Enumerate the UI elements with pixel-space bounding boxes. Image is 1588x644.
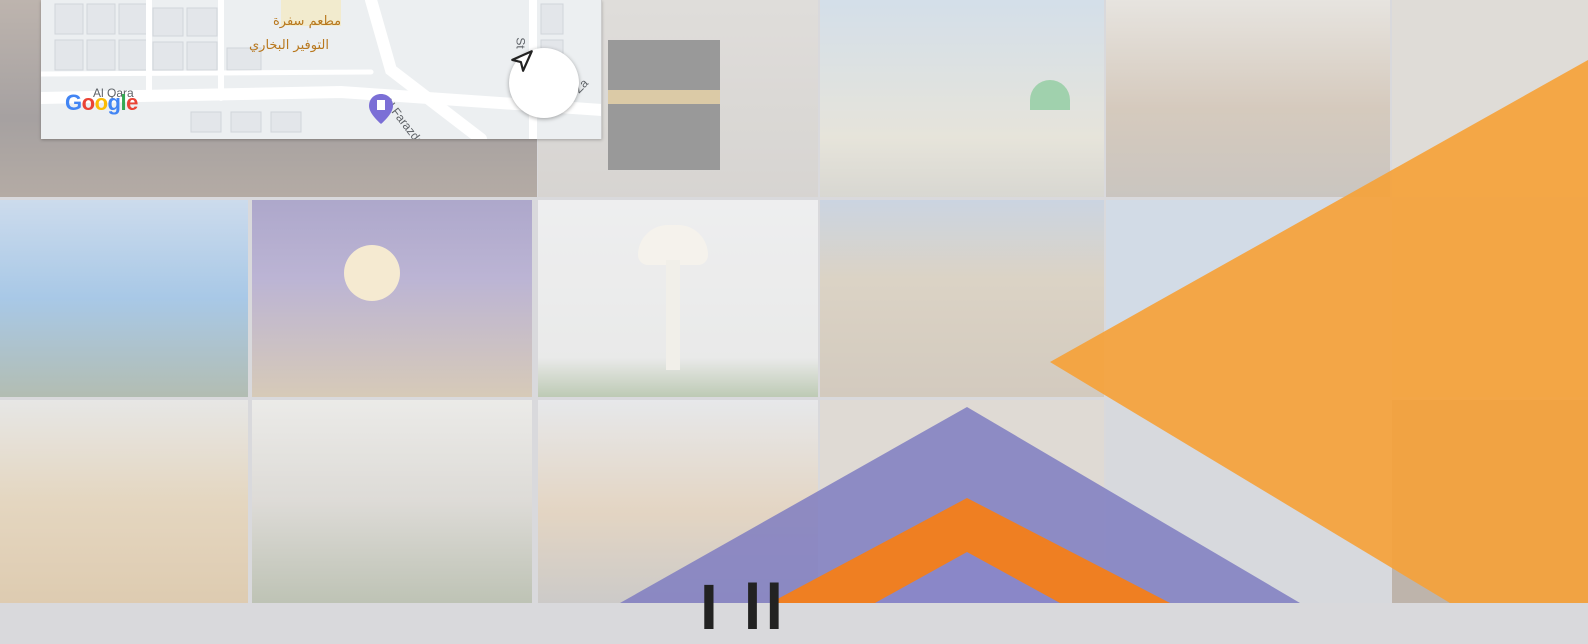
- photo-tile-water-tower: [538, 200, 818, 397]
- street-label-st: St: [513, 37, 528, 49]
- photo-tile-crowd: [1392, 400, 1588, 603]
- photo-tile-old-fort: [0, 400, 248, 603]
- photo-tile-aerial-city: [820, 200, 1104, 397]
- google-logo: Google: [65, 90, 138, 115]
- photo-tile-fort: [1106, 0, 1390, 197]
- poi-label-restaurant: مطعم سفرة: [273, 14, 342, 29]
- navigate-button[interactable]: [509, 48, 579, 118]
- photo-tile-corniche: [0, 200, 248, 397]
- photo-tile-city-2: [1392, 200, 1588, 397]
- photo-tile-arches: [820, 400, 1104, 603]
- photo-tile-towers: [1106, 400, 1390, 603]
- navigation-arrow-icon: [511, 50, 533, 72]
- map-embed[interactable]: مطعم سفرة التوفير البخاري Al Farazdaq St…: [41, 0, 602, 139]
- photo-tile-mosque: [820, 0, 1104, 197]
- photo-tile-boulevard: [252, 400, 532, 603]
- poi-label-store: التوفير البخاري: [249, 38, 329, 53]
- logo-partial-text: I ll: [700, 571, 788, 643]
- photo-tile-city-1: [1392, 0, 1588, 197]
- photo-tile-tower-night: [252, 200, 532, 397]
- photo-tile-coast: [1106, 200, 1390, 397]
